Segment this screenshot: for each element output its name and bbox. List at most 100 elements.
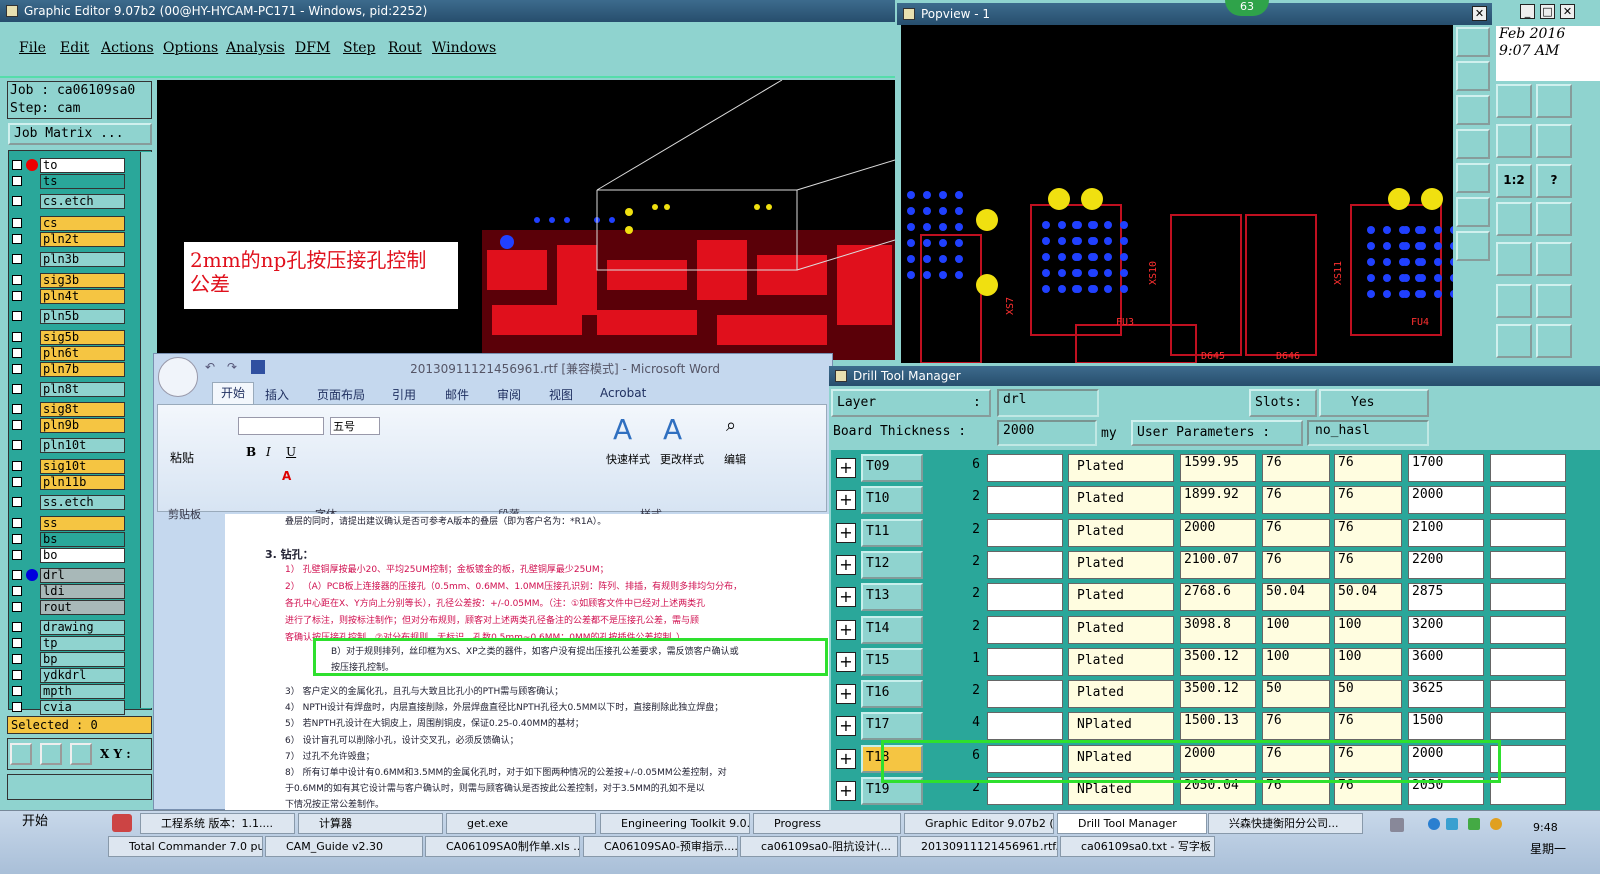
finish-size-field[interactable]: 1500.13 [1180,712,1256,741]
tool-comment-field[interactable] [987,486,1063,515]
layer-row[interactable]: pln3b [10,252,127,268]
plus-tol-field[interactable]: 76 [1262,518,1330,547]
drill-size-field[interactable]: 1500 [1408,712,1484,741]
taskbar-item[interactable]: Drill Tool Manager [1057,813,1207,834]
finish-size-field[interactable]: 3098.8 [1180,615,1256,644]
plus-tol-field[interactable]: 100 [1262,647,1330,676]
minus-tol-field[interactable]: 50.04 [1334,583,1402,612]
grid-icon[interactable] [70,743,92,765]
tool-type-select[interactable]: Plated [1068,454,1174,482]
target-icon[interactable] [1536,242,1572,276]
network-icon[interactable] [1446,818,1458,830]
layer-checkbox[interactable] [12,420,22,430]
maximize-icon[interactable]: □ [1540,4,1555,19]
drill-size-field[interactable]: 2200 [1408,550,1484,579]
paste-label[interactable]: 粘贴 [170,449,194,466]
slots-select[interactable]: Yes [1319,389,1429,417]
layer-row[interactable]: cvia [10,700,127,716]
ribbon-tab[interactable]: 邮件 [445,386,469,403]
bit-field[interactable] [1490,550,1566,579]
expand-icon[interactable]: + [836,554,856,575]
layer-row[interactable]: pln6t [10,346,127,362]
ruler-icon[interactable] [1496,242,1532,276]
layer-checkbox[interactable] [12,654,22,664]
pan-icon[interactable] [1456,231,1490,261]
layer-checkbox[interactable] [12,702,22,712]
layer-checkbox[interactable] [12,518,22,528]
ribbon-tab[interactable]: Acrobat [600,386,646,400]
tool-type-select[interactable]: Plated [1068,680,1174,709]
expand-icon[interactable]: + [836,522,856,543]
user-params-field[interactable]: no_hasl [1307,420,1429,446]
quick-style-icon[interactable]: A [613,413,632,446]
layer-checkbox[interactable] [12,275,22,285]
zoom-fit-icon[interactable] [1456,197,1490,227]
taskbar-item[interactable]: 工程系统 版本：1.1.... [140,813,295,834]
security-icon[interactable] [1468,818,1480,830]
taskbar-item[interactable]: Graphic Editor 9.07b2 (... [904,813,1054,834]
drill-size-field[interactable]: 1700 [1408,454,1484,482]
bit-field[interactable] [1490,518,1566,547]
layer-checkbox[interactable] [12,176,22,186]
plus-tol-field[interactable]: 76 [1262,486,1330,515]
find-icon[interactable]: ⌕ [726,415,736,436]
quick-style-label[interactable]: 快速样式 [606,451,650,467]
undo-icon[interactable]: ↶ [205,360,215,374]
layer-row[interactable]: sig5b [10,330,127,346]
home-icon[interactable] [1496,84,1532,118]
close-icon[interactable]: ✕ [1472,6,1487,21]
import-icon[interactable] [1456,129,1490,159]
bluetooth-icon[interactable] [1428,818,1440,830]
layer-row[interactable]: pln10t [10,438,127,454]
menu-rout[interactable]: Rout [388,40,422,56]
tool-type-select[interactable]: Plated [1068,518,1174,547]
start-button[interactable]: 开始 [2,812,100,834]
drill-size-field[interactable]: 3625 [1408,680,1484,709]
popview-canvas[interactable]: XS7 XS10 XS11 FU3 FU4 D645 D646 [901,25,1458,364]
bit-field[interactable] [1490,744,1566,773]
save-icon[interactable] [251,360,265,374]
italic-icon[interactable]: I [266,445,271,459]
taskbar-item[interactable]: 20130911121456961.rtf... [900,836,1058,857]
mirror-icon[interactable] [1496,124,1532,158]
bit-field[interactable] [1490,583,1566,612]
job-matrix-button[interactable]: Job Matrix ... [8,123,152,145]
layer-row[interactable]: ldi [10,584,127,600]
bit-field[interactable] [1490,647,1566,676]
snake-icon[interactable] [1536,124,1572,158]
thickness-field[interactable]: 2000 [997,420,1097,446]
taskbar-item[interactable]: Progress [753,813,901,834]
move-icon[interactable] [1496,284,1532,318]
tool-type-select[interactable]: NPlated [1068,712,1174,741]
change-style-label[interactable]: 更改样式 [660,451,704,467]
layer-scrollbar[interactable] [140,152,152,708]
expand-icon[interactable]: + [836,651,856,672]
expand-icon[interactable]: + [836,684,856,705]
layer-row[interactable]: drl [10,568,127,584]
menu-dfm[interactable]: DFM [295,40,330,56]
redo-icon[interactable]: ↷ [227,360,237,374]
finish-size-field[interactable]: 3500.12 [1180,647,1256,676]
tray-app-icon[interactable] [112,814,132,832]
menu-file[interactable]: File [19,40,46,56]
layer-field[interactable]: drl [997,389,1099,417]
layer-row[interactable]: ts [10,174,127,190]
change-style-icon[interactable]: A [663,413,682,446]
tool-type-select[interactable]: Plated [1068,647,1174,676]
bit-field[interactable] [1490,454,1566,482]
layer-checkbox[interactable] [12,586,22,596]
tool-comment-field[interactable] [987,712,1063,741]
pcb-canvas[interactable] [157,79,896,360]
bit-field[interactable] [1490,486,1566,515]
ribbon-tab[interactable]: 开始 [212,382,255,404]
taskbar-item[interactable]: get.exe [446,813,596,834]
menu-analysis[interactable]: Analysis [226,40,285,56]
finish-size-field[interactable]: 2768.6 [1180,583,1256,612]
layer-checkbox[interactable] [12,440,22,450]
update-icon[interactable] [1490,818,1502,830]
layer-row[interactable]: sig10t [10,459,127,475]
layer-row[interactable]: sig8t [10,402,127,418]
tool-comment-field[interactable] [987,583,1063,612]
measure-icon[interactable] [40,743,62,765]
layer-row[interactable]: tp [10,636,127,652]
